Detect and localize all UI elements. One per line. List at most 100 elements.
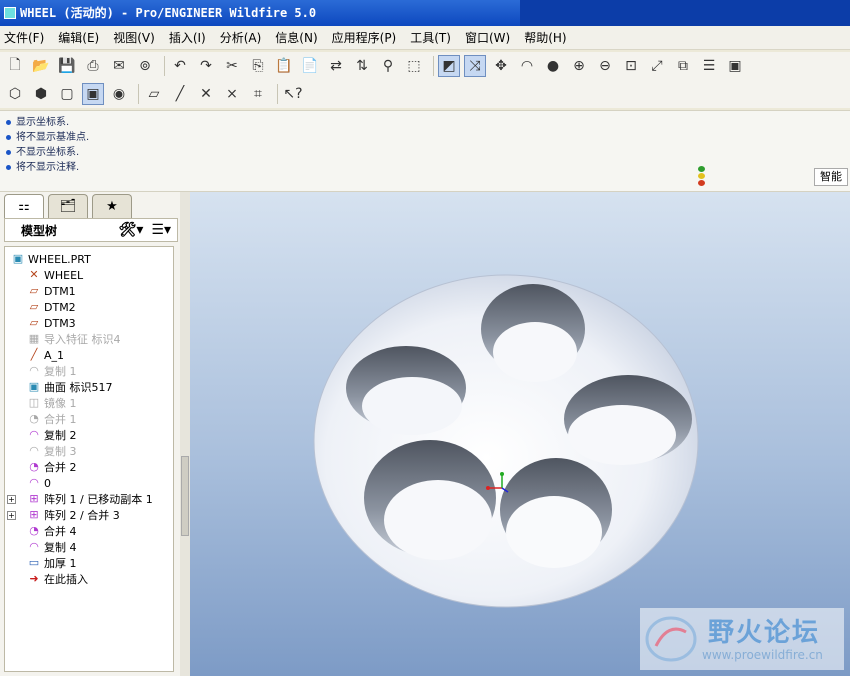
tree-node[interactable]: ◠ 复制 2 [27, 427, 76, 443]
redo-icon[interactable]: ↷ [195, 55, 217, 77]
zoom-out-icon[interactable]: ⊖ [594, 55, 616, 77]
tree-node[interactable]: ◠ 0 [27, 475, 51, 491]
tree-node[interactable]: ⊞ 阵列 1 / 已移动副本 1 [27, 491, 152, 507]
mirror-icon: ◫ [28, 396, 40, 409]
toolbar-separator [138, 84, 139, 104]
paste-special-icon[interactable]: 📄 [299, 55, 321, 77]
splitter-handle[interactable] [181, 456, 189, 536]
find-icon[interactable]: ⚲ [377, 55, 399, 77]
network-icon[interactable]: ⊚ [134, 55, 156, 77]
message-area: 显示坐标系. 将不显示基准点. 不显示坐标系. 将不显示注释. [0, 110, 850, 192]
folder-browser-tab-icon[interactable]: 🗂 [48, 194, 88, 218]
forum-logo-icon [645, 616, 697, 662]
datum-plane-icon: ▱ [29, 284, 39, 297]
orient-mode-icon[interactable]: ✥ [490, 55, 512, 77]
tree-node[interactable]: ◠ 复制 4 [27, 539, 76, 555]
datum-planes-toggle-icon[interactable]: ▱ [143, 83, 165, 105]
appearance-icon[interactable]: ◠ [516, 55, 538, 77]
message-line: 将不显示基准点. [6, 130, 844, 145]
context-help-icon[interactable]: ↖? [282, 83, 304, 105]
saved-views-icon[interactable]: ⧉ [672, 55, 694, 77]
part-icon: ▣ [12, 252, 24, 265]
spin-center-icon[interactable]: ⤨ [464, 55, 486, 77]
model-tree-tab-icon[interactable]: ⚏ [4, 194, 44, 218]
new-file-icon[interactable]: 🗋 [4, 55, 26, 77]
tree-expand-icon[interactable]: + [7, 511, 16, 520]
tree-node[interactable]: ▱ DTM1 [27, 283, 76, 299]
menu-info[interactable]: 信息(N) [275, 29, 317, 46]
shading-icon[interactable]: ● [542, 55, 564, 77]
wireframe-icon[interactable]: ⬡ [4, 83, 26, 105]
wheel-model [313, 274, 699, 608]
panel-splitter[interactable] [180, 192, 190, 676]
layers-icon[interactable]: ☰ [698, 55, 720, 77]
tree-node[interactable]: ◔ 合并 1 [27, 411, 76, 427]
graphics-window[interactable] [190, 192, 850, 676]
regenerate-manager-icon[interactable]: ⇅ [351, 55, 373, 77]
favorites-tab-icon[interactable]: ★ [92, 194, 132, 218]
regenerate-icon[interactable]: ⇄ [325, 55, 347, 77]
smart-filter-select[interactable]: 智能 [814, 168, 848, 186]
shaded-icon[interactable]: ▣ [82, 83, 104, 105]
menu-applications[interactable]: 应用程序(P) [332, 29, 397, 46]
tree-node-root[interactable]: ▣ WHEEL.PRT [11, 251, 91, 267]
menu-insert[interactable]: 插入(I) [169, 29, 206, 46]
tree-settings-icon[interactable]: 🛠▾ [119, 222, 144, 238]
tree-node[interactable]: ◫ 镜像 1 [27, 395, 77, 411]
message-line: 显示坐标系. [6, 115, 844, 130]
refit-icon[interactable]: ⊡ [620, 55, 642, 77]
import-icon: ▦ [28, 332, 40, 345]
toolbar-separator [164, 56, 165, 76]
tree-node[interactable]: ◔ 合并 2 [27, 459, 76, 475]
copy-icon[interactable]: ⎘ [247, 55, 269, 77]
info-bullet-icon [6, 135, 11, 140]
app-icon [4, 7, 16, 19]
tree-node[interactable]: ▭ 加厚 1 [27, 555, 77, 571]
datum-display-icon[interactable]: ◩ [438, 55, 460, 77]
annotations-toggle-icon[interactable]: ⌗ [247, 83, 269, 105]
tree-node[interactable]: ⊞ 阵列 2 / 合并 3 [27, 507, 119, 523]
tree-node-insert-here[interactable]: ➜ 在此插入 [27, 571, 88, 587]
datum-points-toggle-icon[interactable]: ✕ [195, 83, 217, 105]
datum-axes-toggle-icon[interactable]: ╱ [169, 83, 191, 105]
info-bullet-icon [6, 150, 11, 155]
menu-window[interactable]: 窗口(W) [465, 29, 510, 46]
print-icon[interactable]: ⎙ [82, 55, 104, 77]
selection-box-icon[interactable]: ⬚ [403, 55, 425, 77]
undo-icon[interactable]: ↶ [169, 55, 191, 77]
tree-node[interactable]: ▦ 导入特征 标识4 [27, 331, 121, 347]
tree-node[interactable]: ✕ WHEEL [27, 267, 83, 283]
tree-node[interactable]: ◠ 复制 1 [27, 363, 76, 379]
message-line: 不显示坐标系. [6, 145, 844, 160]
open-folder-icon[interactable]: 📂 [30, 55, 52, 77]
menu-help[interactable]: 帮助(H) [524, 29, 566, 46]
save-icon[interactable]: 💾 [56, 55, 78, 77]
tree-node[interactable]: ▣ 曲面 标识517 [27, 379, 113, 395]
model-tree: ▣ WHEEL.PRT ✕ WHEEL ▱ DTM1 ▱ DTM2 ▱ DTM3 ▦ 导入特… [4, 246, 174, 672]
tree-expand-icon[interactable]: + [7, 495, 16, 504]
hidden-line-icon[interactable]: ⬢ [30, 83, 52, 105]
tree-show-icon[interactable]: ☰▾ [151, 222, 171, 238]
toolbar-separator [433, 56, 434, 76]
title-bar: WHEEL (活动的) - Pro/ENGINEER Wildfire 5.0 [0, 0, 850, 26]
menu-file[interactable]: 文件(F) [4, 29, 44, 46]
view-manager-icon[interactable]: ▣ [724, 55, 746, 77]
coordinate-systems-toggle-icon[interactable]: ⨯ [221, 83, 243, 105]
tree-node[interactable]: ╱ A_1 [27, 347, 64, 363]
no-hidden-icon[interactable]: ▢ [56, 83, 78, 105]
cut-icon[interactable]: ✂ [221, 55, 243, 77]
message-line: 将不显示注释. [6, 160, 844, 175]
paste-icon[interactable]: 📋 [273, 55, 295, 77]
menu-analysis[interactable]: 分析(A) [220, 29, 262, 46]
tree-node[interactable]: ▱ DTM3 [27, 315, 76, 331]
enhanced-realism-icon[interactable]: ◉ [108, 83, 130, 105]
menu-view[interactable]: 视图(V) [113, 29, 155, 46]
tree-node[interactable]: ◔ 合并 4 [27, 523, 76, 539]
tree-node[interactable]: ◠ 复制 3 [27, 443, 76, 459]
send-email-icon[interactable]: ✉ [108, 55, 130, 77]
menu-edit[interactable]: 编辑(E) [58, 29, 99, 46]
tree-node[interactable]: ▱ DTM2 [27, 299, 76, 315]
menu-tools[interactable]: 工具(T) [410, 29, 451, 46]
reorient-icon[interactable]: ⤢ [646, 55, 668, 77]
zoom-in-icon[interactable]: ⊕ [568, 55, 590, 77]
